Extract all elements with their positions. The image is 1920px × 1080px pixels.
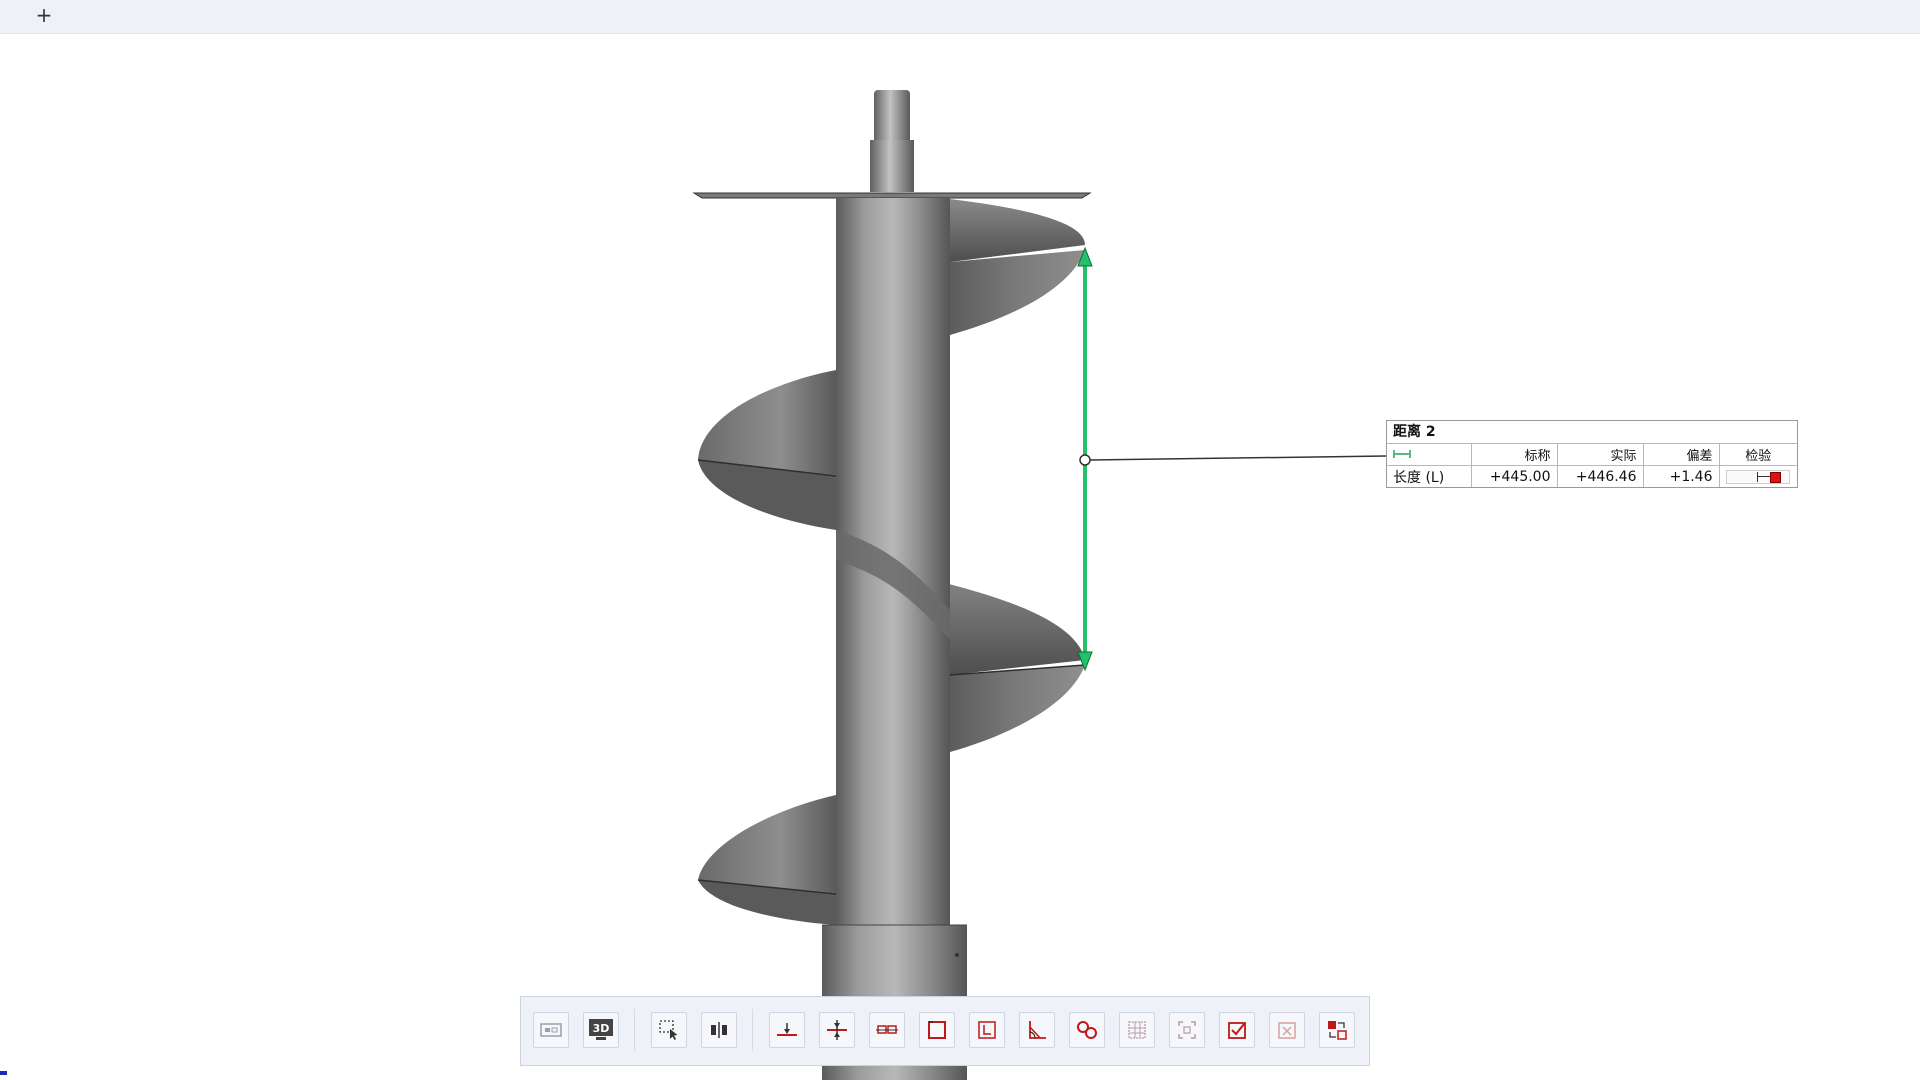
angle-button[interactable]	[1019, 1012, 1055, 1048]
check-button[interactable]	[1219, 1012, 1255, 1048]
frame-button[interactable]	[969, 1012, 1005, 1048]
view-3d-button[interactable]: 3D	[583, 1012, 619, 1048]
table-row: 长度 (L) +445.00 +446.46 +1.46	[1387, 465, 1797, 488]
mirror-icon	[711, 1022, 727, 1038]
3d-viewport[interactable]	[0, 34, 1920, 1080]
delete-button[interactable]	[1269, 1012, 1305, 1048]
nominal-value: +445.00	[1471, 465, 1558, 487]
distance-tool-icon	[876, 1025, 898, 1034]
column-actual: 实际	[1557, 444, 1644, 466]
frame-icon	[978, 1021, 996, 1039]
distance-icon	[1393, 449, 1411, 458]
tolerance-bar	[1726, 469, 1791, 484]
distance-button[interactable]	[869, 1012, 905, 1048]
rectangle-icon	[928, 1021, 946, 1039]
top-plate	[692, 192, 1092, 199]
column-nominal: 标称	[1471, 444, 1558, 466]
fit-button[interactable]	[1169, 1012, 1205, 1048]
point-center-icon	[827, 1020, 847, 1040]
point-center-button[interactable]	[819, 1012, 855, 1048]
rectangle-button[interactable]	[919, 1012, 955, 1048]
transform-icon	[1328, 1021, 1347, 1040]
auger-model	[692, 90, 1387, 1080]
view-2d-button[interactable]	[533, 1012, 569, 1048]
tab-bar: +	[0, 0, 1920, 34]
flight-left-1	[698, 370, 836, 475]
measurement-table: 标称 实际 偏差 检验 长度 (L) +445.00 +446.46 +1.46	[1387, 444, 1797, 487]
tolerance-center-tick	[1757, 471, 1759, 482]
tolerance-line	[1757, 475, 1771, 477]
deviation-value: +1.46	[1643, 465, 1720, 487]
mirror-button[interactable]	[701, 1012, 737, 1048]
grid-icon	[1128, 1021, 1146, 1039]
measurement-title: 距离 2	[1387, 421, 1797, 444]
actual-value: +446.46	[1557, 465, 1644, 487]
circles-button[interactable]	[1069, 1012, 1105, 1048]
select-region-button[interactable]	[651, 1012, 687, 1048]
left-edge-marker	[0, 1071, 7, 1075]
column-check: 检验	[1719, 444, 1797, 466]
flight-right-2-under	[950, 665, 1085, 752]
measurement-label[interactable]: 距离 2 标称 实际 偏差 检验 长度 (L) +445.00 +446.46 …	[1386, 420, 1798, 488]
flight-left-3	[698, 795, 836, 893]
circles-icon	[1077, 1021, 1097, 1039]
view-3d-icon: 3D	[589, 1019, 613, 1040]
fit-icon	[1178, 1021, 1196, 1039]
check-icon	[1228, 1022, 1246, 1039]
point-align-icon	[777, 1023, 797, 1036]
distance-type-cell	[1387, 444, 1472, 466]
point-align-button[interactable]	[769, 1012, 805, 1048]
tolerance-marker	[1770, 471, 1782, 483]
angle-icon	[1029, 1021, 1046, 1039]
leader-line	[1089, 455, 1387, 461]
add-tab-button[interactable]: +	[34, 3, 54, 27]
svg-text:3D: 3D	[593, 1022, 610, 1035]
row-label: 长度 (L)	[1387, 465, 1472, 487]
bottom-toolbar: 3D	[520, 996, 1370, 1066]
view-2d-icon	[540, 1023, 562, 1037]
select-region-icon	[659, 1020, 678, 1040]
shaft-pin-base	[870, 140, 914, 192]
transform-button[interactable]	[1319, 1012, 1355, 1048]
flight-top-right-under	[950, 250, 1085, 335]
grid-button[interactable]	[1119, 1012, 1155, 1048]
delete-icon	[1278, 1022, 1296, 1039]
column-deviation: 偏差	[1643, 444, 1720, 466]
check-cell	[1719, 466, 1797, 488]
